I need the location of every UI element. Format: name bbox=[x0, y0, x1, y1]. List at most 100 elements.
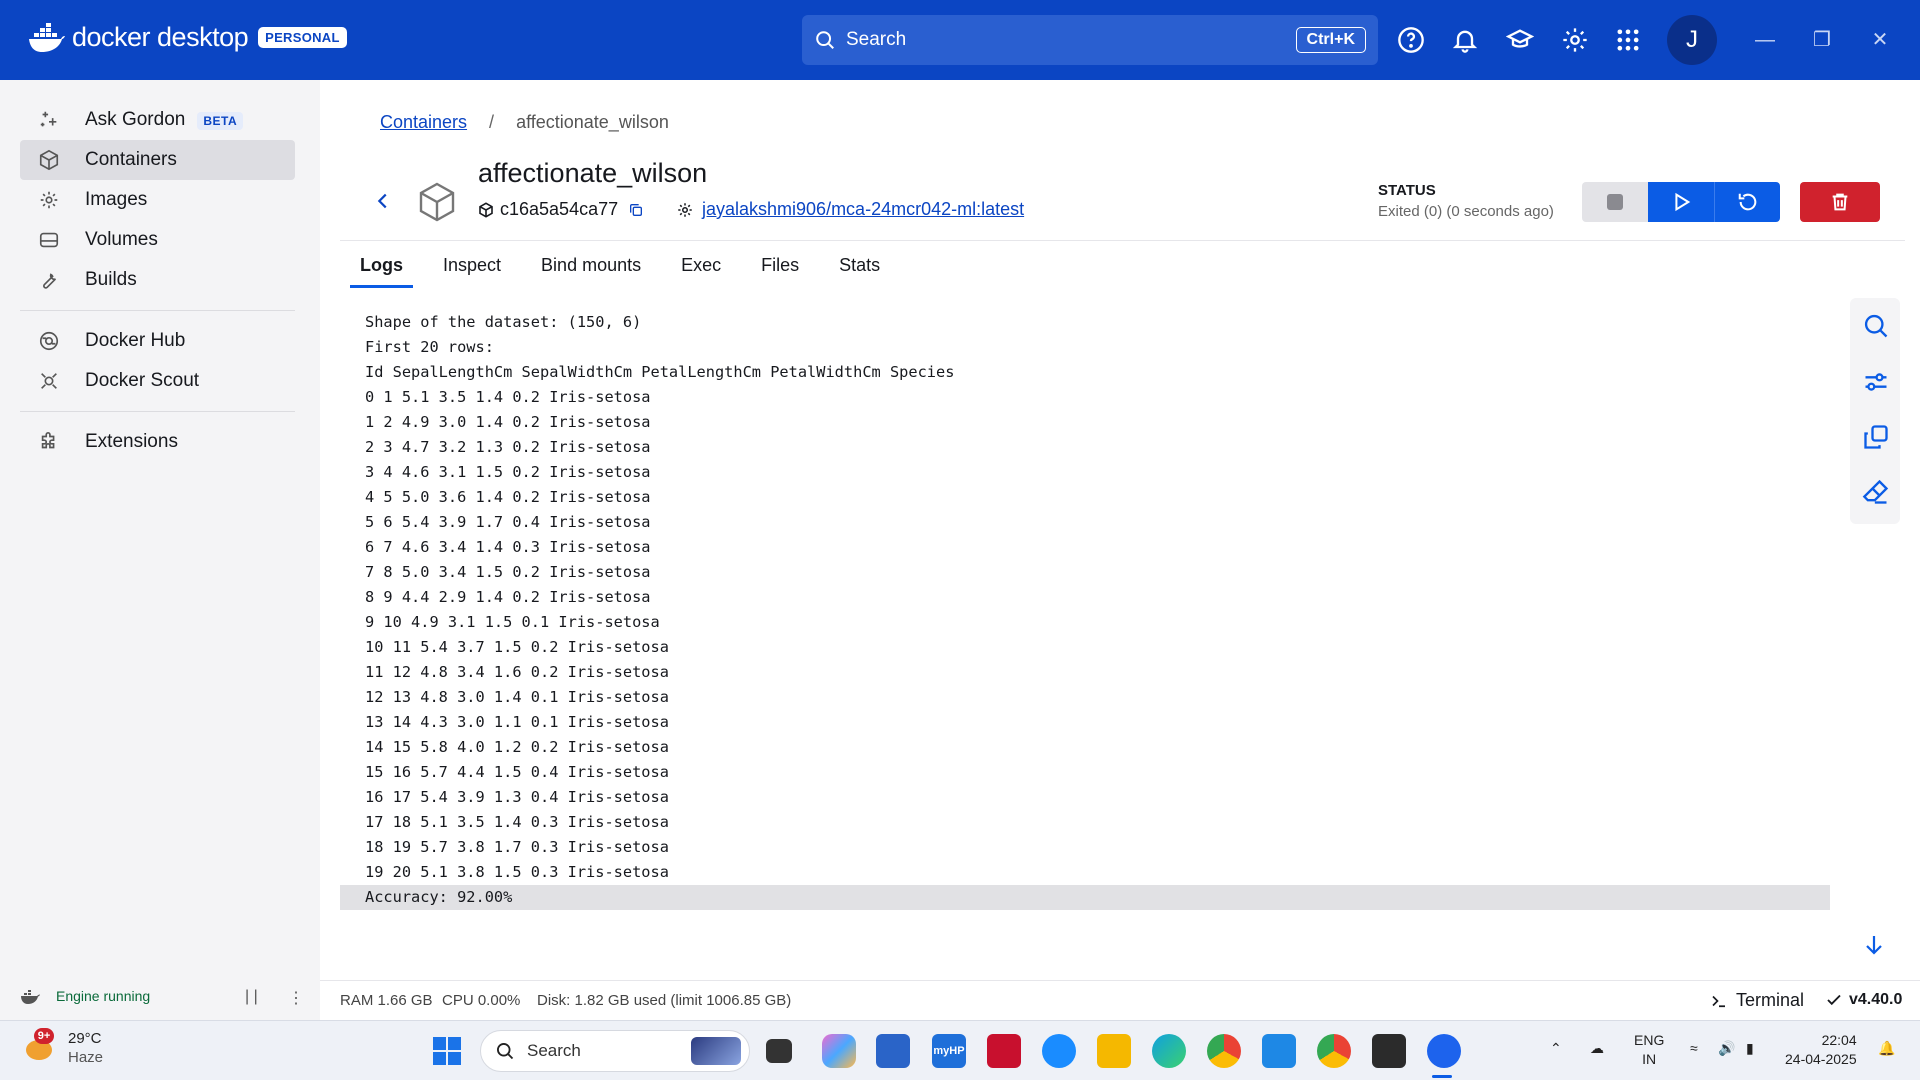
weather-widget[interactable]: 9+ 29°C Haze bbox=[22, 1028, 103, 1067]
eraser-icon[interactable] bbox=[1862, 478, 1890, 506]
vscode-icon[interactable] bbox=[1262, 1034, 1296, 1068]
language-indicator[interactable]: ENG IN bbox=[1634, 1031, 1664, 1069]
search-icon[interactable] bbox=[1862, 312, 1890, 340]
copilot-icon[interactable] bbox=[822, 1034, 856, 1068]
images-icon bbox=[40, 191, 58, 209]
tray-overflow-chevron-icon[interactable]: ⌃ bbox=[1550, 1039, 1562, 1058]
minimize-icon[interactable]: — bbox=[1751, 26, 1779, 54]
hub-icon bbox=[39, 331, 59, 351]
store-icon[interactable] bbox=[876, 1034, 910, 1068]
tab-logs[interactable]: Logs bbox=[350, 255, 413, 288]
mcafee-icon[interactable] bbox=[987, 1034, 1021, 1068]
version-text: v4.40.0 bbox=[1849, 991, 1903, 1008]
start-button[interactable] bbox=[1648, 182, 1714, 222]
breadcrumb-separator: / bbox=[489, 112, 495, 132]
header-divider bbox=[340, 240, 1905, 241]
chrome-profile-icon[interactable] bbox=[1317, 1034, 1351, 1068]
log-line: 7 8 5.0 3.4 1.5 0.2 Iris-setosa bbox=[365, 563, 651, 581]
tab-files[interactable]: Files bbox=[761, 255, 799, 288]
copy-icon[interactable] bbox=[1862, 423, 1890, 451]
log-line: 0 1 5.1 3.5 1.4 0.2 Iris-setosa bbox=[365, 388, 651, 406]
tab-stats[interactable]: Stats bbox=[839, 255, 880, 288]
back-chevron-icon[interactable] bbox=[372, 190, 394, 212]
help-icon[interactable] bbox=[1397, 26, 1425, 54]
restart-button[interactable] bbox=[1714, 182, 1780, 222]
terminal-button[interactable]: Terminal bbox=[1710, 990, 1804, 1011]
weather-sun-icon: 9+ bbox=[22, 1028, 58, 1066]
container-tabs: Logs Inspect Bind mounts Exec Files Stat… bbox=[350, 255, 920, 288]
close-icon[interactable]: ✕ bbox=[1866, 26, 1894, 54]
breadcrumb-containers-link[interactable]: Containers bbox=[380, 112, 467, 133]
sidebar-item-docker-scout[interactable]: Docker Scout bbox=[20, 361, 295, 401]
ram-usage: RAM 1.66 GB bbox=[340, 992, 433, 1009]
bell-icon[interactable] bbox=[1451, 26, 1479, 54]
more-options-icon[interactable]: ⋮ bbox=[288, 988, 304, 1008]
file-explorer-icon[interactable] bbox=[1097, 1034, 1131, 1068]
pause-engine-icon[interactable]: | | bbox=[245, 988, 258, 1006]
container-id-text: c16a5a54ca77 bbox=[500, 199, 619, 219]
tab-inspect[interactable]: Inspect bbox=[443, 255, 501, 288]
container-image-link[interactable]: jayalakshmi906/mca-24mcr042-ml:latest bbox=[702, 199, 1024, 220]
sidebar-item-containers[interactable]: Containers bbox=[20, 140, 295, 180]
learning-center-icon[interactable] bbox=[1506, 26, 1534, 54]
tab-bind-mounts[interactable]: Bind mounts bbox=[541, 255, 641, 288]
battery-icon[interactable]: ▮ bbox=[1746, 1039, 1754, 1058]
log-line: 3 4 4.6 3.1 1.5 0.2 Iris-setosa bbox=[365, 463, 651, 481]
gear-icon[interactable] bbox=[1561, 26, 1589, 54]
sidebar-item-volumes[interactable]: Volumes bbox=[20, 220, 295, 260]
restore-icon[interactable]: ❐ bbox=[1808, 26, 1836, 54]
chrome-icon[interactable] bbox=[1207, 1034, 1241, 1068]
container-name: affectionate_wilson bbox=[478, 158, 708, 188]
sidebar-item-extensions[interactable]: Extensions bbox=[20, 422, 295, 462]
taskbar-search[interactable]: Search bbox=[480, 1030, 750, 1072]
myhp-icon[interactable]: myHP bbox=[932, 1034, 966, 1068]
edge-icon[interactable] bbox=[1152, 1034, 1186, 1068]
disk-usage: Disk: 1.82 GB used (limit 1006.85 GB) bbox=[537, 992, 792, 1009]
version-indicator[interactable]: v4.40.0 bbox=[1825, 991, 1902, 1009]
container-id: c16a5a54ca77 bbox=[478, 199, 650, 220]
task-view-icon[interactable] bbox=[766, 1039, 792, 1063]
clock-date: 24-04-2025 bbox=[1785, 1051, 1857, 1067]
windows-start-icon[interactable] bbox=[430, 1034, 464, 1068]
docker-whale-icon bbox=[21, 990, 40, 1004]
sidebar-item-builds[interactable]: Builds bbox=[20, 260, 295, 300]
scroll-down-arrow-icon[interactable] bbox=[1862, 933, 1886, 957]
beta-badge: BETA bbox=[197, 112, 244, 130]
log-line: First 20 rows: bbox=[365, 338, 494, 356]
play-icon bbox=[1675, 192, 1691, 212]
wifi-icon[interactable]: ≈ bbox=[1690, 1039, 1698, 1058]
docker-taskbar-icon[interactable] bbox=[1427, 1034, 1461, 1068]
breadcrumb-current: affectionate_wilson bbox=[516, 112, 669, 132]
delete-button[interactable] bbox=[1800, 182, 1880, 222]
help-app-icon[interactable] bbox=[1042, 1034, 1076, 1068]
filter-settings-icon[interactable] bbox=[1862, 368, 1890, 396]
sidebar: Ask Gordon BETA Containers Images Volumes… bbox=[0, 80, 320, 1020]
onedrive-icon[interactable]: ☁ bbox=[1590, 1039, 1604, 1058]
log-line: 15 16 5.7 4.4 1.5 0.4 Iris-setosa bbox=[365, 763, 669, 781]
apps-grid-icon[interactable] bbox=[1614, 26, 1642, 54]
user-avatar[interactable]: J bbox=[1667, 15, 1717, 65]
notifications-icon[interactable]: 🔔 bbox=[1878, 1039, 1895, 1058]
engine-status: Engine running bbox=[20, 988, 150, 1004]
sidebar-item-images[interactable]: Images bbox=[20, 180, 295, 220]
log-line: 18 19 5.7 3.8 1.7 0.3 Iris-setosa bbox=[365, 838, 669, 856]
global-search[interactable]: Search Ctrl+K bbox=[802, 15, 1378, 65]
stop-icon bbox=[1607, 194, 1623, 210]
stop-button[interactable] bbox=[1582, 182, 1648, 222]
sidebar-item-docker-hub[interactable]: Docker Hub bbox=[20, 321, 295, 361]
tab-exec[interactable]: Exec bbox=[681, 255, 721, 288]
status-bar: RAM 1.66 GB CPU 0.00% Disk: 1.82 GB used… bbox=[320, 980, 1920, 1020]
speaker-icon[interactable]: 🔊 bbox=[1718, 1039, 1735, 1058]
clock[interactable]: 22:04 24-04-2025 bbox=[1785, 1031, 1857, 1069]
log-line: 5 6 5.4 3.9 1.7 0.4 Iris-setosa bbox=[365, 513, 651, 531]
search-icon bbox=[816, 31, 834, 49]
terminal-app-icon[interactable] bbox=[1372, 1034, 1406, 1068]
sidebar-item-ask-gordon[interactable]: Ask Gordon BETA bbox=[20, 100, 295, 140]
copy-icon[interactable] bbox=[628, 202, 644, 218]
trash-icon bbox=[1832, 193, 1848, 211]
container-cube-icon bbox=[419, 182, 455, 222]
cpu-usage: CPU 0.00% bbox=[442, 992, 521, 1009]
sidebar-item-label: Volumes bbox=[85, 229, 158, 250]
sidebar-divider bbox=[20, 310, 295, 311]
search-highlight-icon bbox=[691, 1037, 741, 1065]
